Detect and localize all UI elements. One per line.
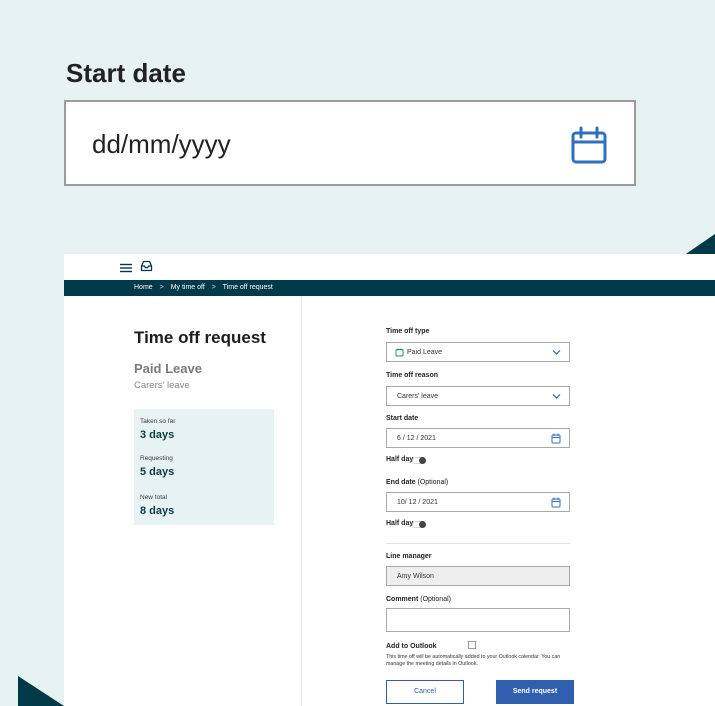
chevron-down-icon bbox=[552, 392, 561, 402]
chevron-down-icon bbox=[552, 348, 561, 358]
time-off-reason-select[interactable]: Carers' leave bbox=[386, 386, 570, 406]
time-off-type-select[interactable]: Paid Leave bbox=[386, 342, 570, 362]
cancel-button[interactable]: Cancel bbox=[386, 680, 464, 704]
requesting-value: 5 days bbox=[140, 466, 175, 478]
days-summary-box: Taken so far 3 days Requesting 5 days Ne… bbox=[134, 409, 274, 525]
taken-so-far-value: 3 days bbox=[140, 429, 175, 441]
add-to-outlook-label: Add to Outlook bbox=[386, 643, 437, 650]
line-manager-value: Amy Wilson bbox=[397, 573, 434, 580]
time-off-type-label: Time off type bbox=[386, 328, 430, 335]
time-off-reason-label: Time off reason bbox=[386, 372, 438, 379]
breadcrumb-separator: > bbox=[211, 284, 216, 291]
calendar-icon[interactable] bbox=[551, 497, 561, 510]
section-divider bbox=[386, 543, 570, 544]
end-date-label-text: End date bbox=[386, 479, 416, 486]
leave-reason: Carers' leave bbox=[134, 380, 190, 391]
toggle-knob bbox=[419, 521, 426, 528]
end-date-value: 10/ 12 / 2021 bbox=[397, 499, 438, 506]
breadcrumb: Home > My time off > Time off request bbox=[64, 280, 715, 296]
add-to-outlook-checkbox[interactable] bbox=[468, 641, 476, 649]
line-manager-field: Amy Wilson bbox=[386, 566, 570, 586]
new-total-value: 8 days bbox=[140, 505, 175, 517]
half-day-label: Half day bbox=[386, 456, 414, 463]
calendar-icon[interactable] bbox=[551, 433, 561, 446]
half-day-label: Half day bbox=[386, 520, 414, 527]
calendar-icon[interactable] bbox=[570, 125, 608, 170]
leave-type: Paid Leave bbox=[134, 361, 202, 376]
end-date-label: End date (Optional) bbox=[386, 479, 448, 486]
start-date-value: 6 / 12 / 2021 bbox=[397, 435, 436, 442]
comment-label-text: Comment bbox=[386, 596, 419, 603]
time-off-type-value: Paid Leave bbox=[407, 349, 443, 356]
time-off-reason-value: Carers' leave bbox=[397, 393, 439, 400]
comment-optional: (Optional) bbox=[420, 596, 451, 603]
breadcrumb-my-time-off[interactable]: My time off bbox=[171, 284, 205, 291]
end-date-optional: (Optional) bbox=[417, 479, 449, 486]
taken-so-far-label: Taken so far bbox=[140, 418, 176, 425]
breadcrumb-separator: > bbox=[159, 284, 164, 291]
summary-column: Time off request Paid Leave Carers' leav… bbox=[64, 296, 302, 706]
new-total-label: New total bbox=[140, 494, 168, 501]
send-request-button[interactable]: Send request bbox=[496, 680, 574, 704]
app-window: Home > My time off > Time off request Ti… bbox=[64, 254, 715, 706]
end-date-input[interactable]: 10/ 12 / 2021 bbox=[386, 492, 570, 512]
comment-label: Comment (Optional) bbox=[386, 596, 451, 603]
page-title: Time off request bbox=[134, 328, 266, 347]
top-bar bbox=[64, 254, 715, 280]
zoom-start-date-label: Start date bbox=[66, 58, 186, 88]
zoom-start-date-input[interactable]: dd/mm/yyyy bbox=[64, 100, 636, 186]
start-date-input[interactable]: 6 / 12 / 2021 bbox=[386, 428, 570, 448]
comment-input[interactable] bbox=[386, 608, 570, 632]
zoom-date-placeholder: dd/mm/yyyy bbox=[92, 129, 231, 159]
half-day-toggle[interactable] bbox=[412, 457, 426, 464]
inbox-icon[interactable] bbox=[140, 259, 153, 277]
leave-tag-icon bbox=[395, 348, 404, 359]
start-date-label: Start date bbox=[386, 415, 419, 422]
breadcrumb-current: Time off request bbox=[222, 284, 273, 291]
line-manager-label: Line manager bbox=[386, 553, 432, 560]
request-form: Time off type Paid Leave Time off reason… bbox=[302, 296, 715, 706]
requesting-label: Requesting bbox=[140, 455, 173, 462]
decorative-triangle-left bbox=[18, 676, 64, 706]
toggle-knob bbox=[419, 457, 426, 464]
breadcrumb-home[interactable]: Home bbox=[134, 284, 153, 291]
half-day-toggle[interactable] bbox=[412, 521, 426, 528]
outlook-note: This time off will be automatically adde… bbox=[386, 654, 561, 667]
hamburger-menu-icon[interactable] bbox=[120, 260, 132, 278]
